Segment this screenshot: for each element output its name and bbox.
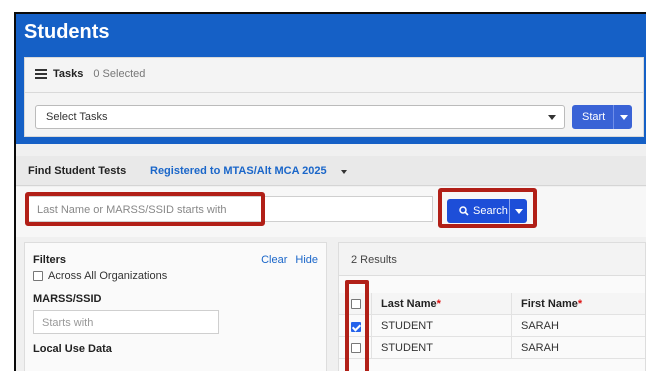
tasks-label: Tasks	[53, 68, 84, 80]
find-student-tests-label: Find Student Tests	[28, 165, 127, 177]
search-button-content: Search	[447, 205, 509, 217]
start-button[interactable]: Start	[572, 105, 632, 129]
search-button-label: Search	[473, 205, 508, 217]
cell-first-name: SARAH	[521, 320, 559, 332]
list-icon	[35, 69, 47, 79]
row-checkbox[interactable]	[351, 343, 361, 353]
search-dropdown-toggle[interactable]	[509, 199, 527, 223]
search-input[interactable]: Last Name or MARSS/SSID starts with	[28, 196, 433, 222]
select-tasks-value: Select Tasks	[46, 111, 108, 123]
tasks-divider	[25, 92, 643, 93]
hide-filters-link[interactable]: Hide	[295, 254, 318, 266]
across-all-orgs-checkbox[interactable]	[33, 271, 43, 281]
table-row[interactable]: STUDENT SARAH	[339, 315, 645, 337]
tasks-panel: Tasks 0 Selected Select Tasks Start	[24, 57, 644, 137]
find-student-tests-bar: Find Student Tests Registered to MTAS/Al…	[16, 156, 646, 186]
cell-last-name: STUDENT	[381, 320, 433, 332]
registration-filter-dropdown[interactable]: Registered to MTAS/Alt MCA 2025	[150, 165, 327, 177]
filters-panel: Filters Clear Hide Across All Organizati…	[24, 242, 327, 371]
results-count: 2 Results	[351, 254, 397, 266]
page-header: Students Tasks 0 Selected Select Tasks S…	[16, 14, 646, 144]
across-all-orgs-label: Across All Organizations	[48, 270, 168, 282]
select-tasks-dropdown[interactable]: Select Tasks	[35, 105, 565, 129]
search-button[interactable]: Search	[447, 199, 527, 223]
local-use-data-label: Local Use Data	[33, 343, 112, 355]
chevron-down-icon[interactable]	[341, 170, 347, 174]
cell-last-name: STUDENT	[381, 342, 433, 354]
students-page: Students Tasks 0 Selected Select Tasks S…	[14, 12, 646, 371]
filters-title: Filters	[33, 254, 67, 266]
cell-first-name: SARAH	[521, 342, 559, 354]
start-button-label: Start	[582, 111, 606, 123]
across-all-orgs-option[interactable]: Across All Organizations	[33, 270, 167, 282]
marss-ssid-input[interactable]: Starts with	[33, 310, 219, 334]
page-title: Students	[24, 21, 110, 43]
filters-links: Clear Hide	[261, 254, 318, 266]
clear-filters-link[interactable]: Clear	[261, 254, 287, 266]
chevron-down-icon	[548, 115, 556, 120]
column-header-first-name[interactable]: First Name*	[521, 298, 582, 310]
tasks-header: Tasks 0 Selected	[35, 68, 145, 80]
magnifier-icon	[459, 206, 469, 216]
column-header-last-name[interactable]: Last Name*	[381, 298, 441, 310]
start-dropdown-toggle[interactable]	[613, 105, 632, 129]
table-row[interactable]: STUDENT SARAH	[339, 337, 645, 359]
tasks-selected-count: 0 Selected	[93, 68, 146, 80]
search-area: Last Name or MARSS/SSID starts with Sear…	[16, 187, 646, 237]
table-header-row: Last Name* First Name*	[339, 293, 645, 315]
marss-ssid-label: MARSS/SSID	[33, 293, 102, 305]
results-panel: 2 Results Last Name* First Name* STUDENT…	[338, 242, 646, 371]
select-all-checkbox[interactable]	[351, 299, 361, 309]
row-checkbox[interactable]	[351, 322, 361, 333]
results-bar: 2 Results	[339, 243, 645, 276]
